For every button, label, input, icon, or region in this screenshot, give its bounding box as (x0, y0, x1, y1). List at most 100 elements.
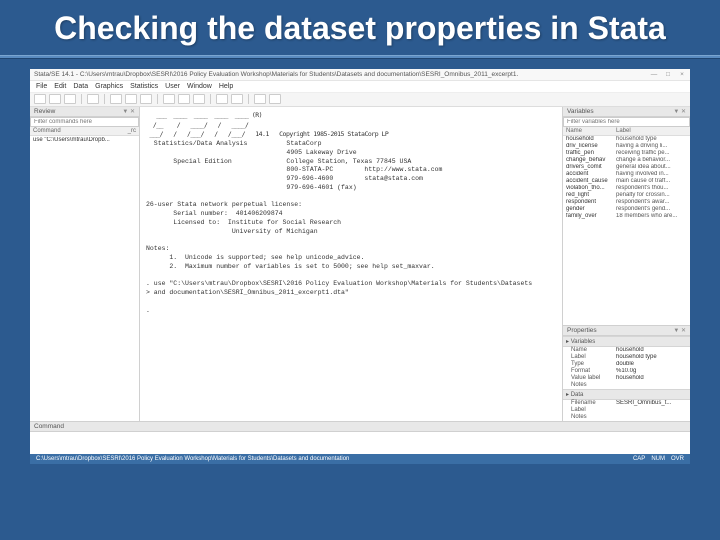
variable-name: accident_cause (566, 178, 616, 184)
variable-label: having involved in... (616, 171, 687, 177)
review-cmd-text: use "C:\Users\mtrau\Dropb... (33, 137, 110, 143)
results-line: 2. Maximum number of variables is set to… (146, 263, 435, 270)
toolbar-button[interactable] (231, 94, 243, 104)
window-title: Stata/SE 14.1 - C:\Users\mtrau\Dropbox\S… (34, 71, 518, 78)
toolbar-button[interactable] (193, 94, 205, 104)
toolbar-button[interactable] (110, 94, 122, 104)
toolbar-button[interactable] (269, 94, 281, 104)
property-row[interactable]: Labelhousehold type (563, 354, 690, 361)
results-line: 26-user Stata network perpetual license: (146, 201, 302, 208)
results-line: 979-696-4600 stata@stata.com (146, 175, 423, 182)
command-input[interactable] (30, 432, 690, 454)
slide-title: Checking the dataset properties in Stata (0, 0, 720, 53)
property-value: double (616, 361, 687, 367)
menu-help[interactable]: Help (219, 83, 233, 90)
results-prompt: . (146, 307, 154, 314)
stata-logo: /__ / ____/ / ____/ (146, 121, 248, 129)
panel-collapse-icon[interactable]: ▼ ✕ (673, 327, 686, 334)
variable-row[interactable]: drivers_comitgeneral idea about... (563, 164, 690, 171)
property-row[interactable]: FilenameSESRI_Omnibus_t... (563, 400, 690, 407)
toolbar-button[interactable] (125, 94, 137, 104)
review-col-command[interactable]: Command (33, 128, 61, 134)
property-value (616, 414, 687, 420)
variable-label: 18 members who are... (616, 213, 687, 219)
menu-file[interactable]: File (36, 83, 47, 90)
window-minimize-button[interactable]: — (650, 71, 658, 78)
property-row[interactable]: Notes (563, 382, 690, 389)
stata-logo: ___ ____ ____ ____ ____ (R) (146, 111, 262, 119)
menu-user[interactable]: User (165, 83, 180, 90)
properties-panel: Properties ▼ ✕ ▸ Variables Namehousehold… (563, 325, 690, 421)
properties-section-data[interactable]: ▸ Data (563, 389, 690, 400)
results-line: Statistics/Data Analysis StataCorp (146, 140, 322, 147)
variables-col-name[interactable]: Name (566, 128, 616, 134)
panel-collapse-icon[interactable]: ▼ ✕ (673, 108, 686, 115)
toolbar-button[interactable] (216, 94, 228, 104)
toolbar-button[interactable] (140, 94, 152, 104)
variable-row[interactable]: respondentrespondent's awar... (563, 199, 690, 206)
review-row[interactable]: use "C:\Users\mtrau\Dropb... (30, 136, 139, 144)
property-row[interactable]: Value labelhousehold (563, 375, 690, 382)
window-maximize-button[interactable]: □ (664, 71, 672, 78)
property-row[interactable]: Label (563, 407, 690, 414)
property-value: household (616, 347, 687, 353)
results-line: 1. Unicode is supported; see help unicod… (146, 254, 364, 261)
properties-section-variables[interactable]: ▸ Variables (563, 336, 690, 347)
property-key: Label (571, 407, 616, 413)
toolbar-button[interactable] (163, 94, 175, 104)
variable-row[interactable]: accidenthaving involved in... (563, 171, 690, 178)
variable-name: change_behav (566, 157, 616, 163)
property-row[interactable]: Format%10.0g (563, 368, 690, 375)
review-col-rc[interactable]: _rc (128, 128, 136, 134)
app-titlebar: Stata/SE 14.1 - C:\Users\mtrau\Dropbox\S… (30, 69, 690, 81)
toolbar-button[interactable] (254, 94, 266, 104)
variables-filter-input[interactable] (563, 117, 690, 127)
toolbar (30, 93, 690, 107)
property-row[interactable]: Namehousehold (563, 347, 690, 354)
command-header: Command (30, 422, 690, 432)
stata-logo: ___/ / /___/ / /___/ 14.1 Copyright 1985… (146, 130, 388, 138)
property-row[interactable]: Notes (563, 414, 690, 421)
properties-header: Properties ▼ ✕ (563, 326, 690, 336)
property-value (616, 407, 687, 413)
variable-row[interactable]: red_lightpenalty for crossin... (563, 192, 690, 199)
toolbar-button[interactable] (34, 94, 46, 104)
variable-name: household (566, 136, 616, 142)
variable-label: household type (616, 136, 687, 142)
stata-window: Stata/SE 14.1 - C:\Users\mtrau\Dropbox\S… (30, 69, 690, 464)
menu-data[interactable]: Data (73, 83, 88, 90)
results-line: Special Edition College Station, Texas 7… (146, 158, 411, 165)
property-row[interactable]: Typedouble (563, 361, 690, 368)
property-key: Notes (571, 414, 616, 420)
property-key: Format (571, 368, 616, 374)
variable-row[interactable]: driv_licensehaving a driving li... (563, 143, 690, 150)
panel-collapse-icon[interactable]: ▼ ✕ (122, 108, 135, 115)
toolbar-button[interactable] (87, 94, 99, 104)
variable-row[interactable]: householdhousehold type (563, 136, 690, 143)
variable-name: gender (566, 206, 616, 212)
variable-row[interactable]: family_over18 members who are... (563, 213, 690, 220)
results-line: 979-696-4601 (fax) (146, 184, 357, 191)
toolbar-button[interactable] (64, 94, 76, 104)
variables-col-label[interactable]: Label (616, 128, 631, 134)
menu-edit[interactable]: Edit (54, 83, 66, 90)
variable-row[interactable]: change_behavchange a behavior... (563, 157, 690, 164)
variable-row[interactable]: traffic_penreceiving traffic pe... (563, 150, 690, 157)
properties-title: Properties (567, 327, 597, 334)
review-filter-input[interactable] (30, 117, 139, 127)
toolbar-separator (210, 94, 211, 104)
variable-name: violation_tho... (566, 185, 616, 191)
menu-statistics[interactable]: Statistics (130, 83, 158, 90)
variable-row[interactable]: genderrespondent's gend... (563, 206, 690, 213)
window-close-button[interactable]: × (678, 71, 686, 78)
variable-label: respondent's thou... (616, 185, 687, 191)
variable-row[interactable]: violation_tho...respondent's thou... (563, 185, 690, 192)
menu-graphics[interactable]: Graphics (95, 83, 123, 90)
variables-header: Variables ▼ ✕ (563, 107, 690, 117)
menu-window[interactable]: Window (187, 83, 212, 90)
variable-name: drivers_comit (566, 164, 616, 170)
toolbar-button[interactable] (49, 94, 61, 104)
variable-row[interactable]: accident_causemain cause of traff... (563, 178, 690, 185)
toolbar-button[interactable] (178, 94, 190, 104)
variable-name: traffic_pen (566, 150, 616, 156)
